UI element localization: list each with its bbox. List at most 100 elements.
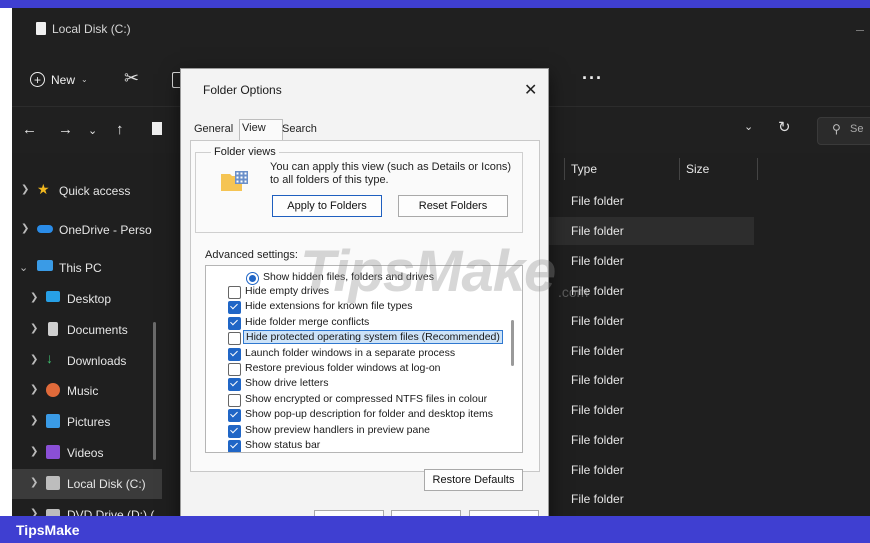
radio-selected-icon[interactable]: [246, 272, 259, 285]
sidebar-item-label: Quick access: [59, 184, 131, 198]
search-placeholder: Se: [850, 123, 864, 135]
close-icon[interactable]: ✕: [524, 80, 537, 100]
table-row[interactable]: File folder: [542, 217, 754, 245]
chevron-down-icon[interactable]: ⌄: [19, 261, 28, 274]
table-row[interactable]: File folder: [542, 456, 754, 484]
row-type: File folder: [571, 344, 624, 358]
row-type: File folder: [571, 463, 624, 477]
reset-folders-button[interactable]: Reset Folders: [398, 195, 508, 217]
sidebar-item-desktop[interactable]: ❯ Desktop: [12, 284, 162, 314]
address-dropdown-icon[interactable]: ⌄: [744, 120, 753, 133]
chevron-right-icon[interactable]: ❯: [30, 477, 38, 488]
chevron-right-icon[interactable]: ❯: [21, 184, 29, 195]
music-icon: [46, 383, 60, 397]
pictures-icon: [46, 414, 60, 428]
brand-top-bar: [0, 0, 870, 8]
checkbox[interactable]: [228, 332, 241, 345]
checkbox-checked[interactable]: [228, 425, 241, 438]
row-type: File folder: [571, 433, 624, 447]
file-list: Type Size File folder File folder File f…: [542, 154, 870, 516]
sidebar-item-label: DVD Drive (D:) (: [67, 508, 155, 516]
recent-locations-chevron-icon[interactable]: ⌄: [88, 124, 97, 137]
apply-to-folders-button[interactable]: Apply to Folders: [272, 195, 382, 217]
sidebar-item-pictures[interactable]: ❯ Pictures: [12, 407, 162, 437]
sidebar-item-music[interactable]: ❯ Music: [12, 376, 162, 406]
search-input[interactable]: ⚲ Se: [817, 117, 870, 145]
desktop-icon: [46, 291, 60, 302]
new-button-label: New: [51, 72, 76, 87]
brand-footer-bar: TipsMake: [0, 516, 870, 543]
back-arrow-icon[interactable]: ←: [22, 121, 37, 138]
sidebar-item-downloads[interactable]: ❯ ↓ Downloads: [12, 346, 162, 376]
refresh-icon[interactable]: ↻: [778, 118, 791, 136]
scissors-icon[interactable]: ✂: [124, 68, 139, 89]
sidebar-item-label: Videos: [67, 446, 104, 460]
chevron-right-icon[interactable]: ❯: [21, 223, 29, 234]
chevron-right-icon[interactable]: ❯: [30, 384, 38, 395]
tab-general[interactable]: General: [194, 123, 233, 135]
table-row[interactable]: File folder: [542, 396, 754, 424]
table-row[interactable]: File folder: [542, 485, 754, 513]
checkbox-checked[interactable]: [228, 348, 241, 361]
dialog-title: Folder Options: [203, 83, 282, 97]
checkbox[interactable]: [228, 363, 241, 376]
sidebar-item-label: Desktop: [67, 292, 112, 306]
row-type: File folder: [571, 254, 624, 268]
drive-icon: [46, 476, 60, 490]
sidebar-item-this-pc[interactable]: ⌄ This PC: [12, 253, 162, 283]
up-arrow-icon[interactable]: ↑: [116, 121, 124, 138]
sidebar-item-local-disk[interactable]: ❯ Local Disk (C:): [12, 469, 162, 499]
sidebar-item-onedrive[interactable]: ❯ OneDrive - Perso: [12, 215, 162, 245]
sidebar-item-quick-access[interactable]: ❯ ★ Quick access: [12, 176, 162, 206]
checkbox-checked[interactable]: [228, 317, 241, 330]
sidebar-item-label: This PC: [59, 261, 102, 275]
row-type: File folder: [571, 403, 624, 417]
checkbox[interactable]: [228, 286, 241, 299]
restore-defaults-button[interactable]: Restore Defaults: [424, 469, 523, 491]
tab-view[interactable]: View: [242, 122, 266, 134]
more-options-icon[interactable]: ···: [582, 68, 603, 89]
new-button[interactable]: + New ⌄: [30, 72, 88, 87]
chevron-right-icon[interactable]: ❯: [30, 323, 38, 334]
sidebar-item-dvd-drive[interactable]: ❯ DVD Drive (D:) (: [12, 500, 162, 516]
table-row[interactable]: File folder: [542, 187, 754, 215]
sidebar-item-label: Music: [67, 384, 99, 398]
row-type: File folder: [571, 224, 624, 238]
option-label: Show encrypted or compressed NTFS files …: [245, 393, 488, 405]
folder-views-icon: [221, 171, 248, 191]
column-separator: [679, 158, 680, 180]
table-row[interactable]: File folder: [542, 366, 754, 394]
chevron-right-icon[interactable]: ❯: [30, 446, 38, 457]
chevron-right-icon[interactable]: ❯: [30, 415, 38, 426]
row-type: File folder: [571, 492, 624, 506]
forward-arrow-icon[interactable]: →: [58, 121, 73, 138]
footer-brand-text: TipsMake: [16, 522, 80, 538]
explorer-titlebar: Local Disk (C:): [12, 8, 870, 54]
table-row[interactable]: File folder: [542, 247, 754, 275]
plus-icon: +: [30, 72, 45, 87]
checkbox-checked[interactable]: [228, 378, 241, 391]
option-label: Show pop-up description for folder and d…: [245, 408, 494, 420]
table-row[interactable]: File folder: [542, 337, 754, 365]
download-icon: ↓: [46, 350, 53, 366]
checkbox-checked[interactable]: [228, 409, 241, 422]
chevron-right-icon[interactable]: ❯: [30, 508, 38, 516]
checkbox-checked[interactable]: [228, 301, 241, 314]
checkbox[interactable]: [228, 394, 241, 407]
sidebar-item-videos[interactable]: ❯ Videos: [12, 438, 162, 468]
column-header-type[interactable]: Type: [571, 162, 597, 176]
table-row[interactable]: File folder: [542, 426, 754, 454]
column-header-size[interactable]: Size: [686, 162, 709, 176]
sidebar-item-label: Pictures: [67, 415, 111, 429]
chevron-right-icon[interactable]: ❯: [30, 354, 38, 365]
document-icon: [48, 322, 58, 336]
minimize-icon[interactable]: [856, 30, 864, 31]
row-type: File folder: [571, 373, 624, 387]
checkbox-checked[interactable]: [228, 440, 241, 452]
sidebar-item-documents[interactable]: ❯ Documents: [12, 315, 162, 345]
dvd-icon: [46, 509, 60, 516]
advanced-list-scrollbar[interactable]: [511, 320, 514, 366]
chevron-right-icon[interactable]: ❯: [30, 292, 38, 303]
table-row[interactable]: File folder: [542, 307, 754, 335]
tab-search[interactable]: Search: [282, 123, 317, 135]
